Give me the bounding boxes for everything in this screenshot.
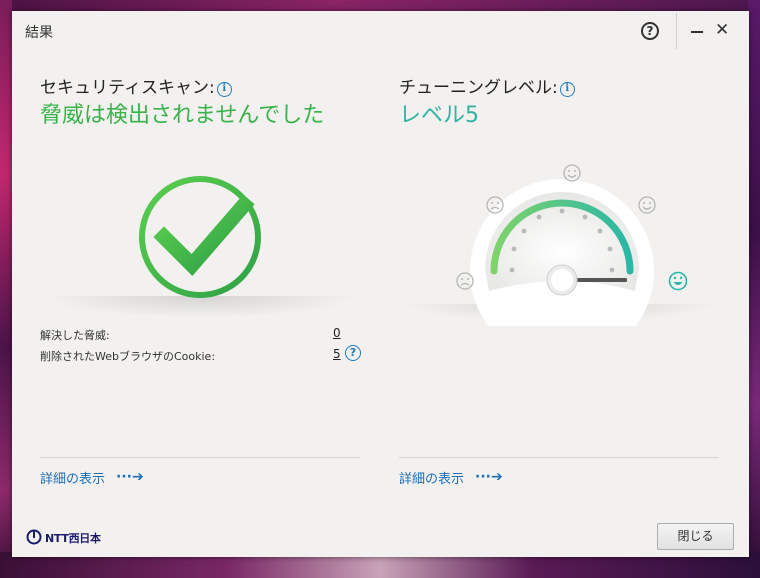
tuning-title-label: チューニングレベル: [399,78,558,98]
scan-title-label: セキュリティスキャン: [40,78,215,98]
close-icon[interactable]: ✕ [715,20,729,40]
resolved-threats-value[interactable]: 0 [333,326,341,340]
ntt-logo-icon [26,529,42,545]
results-dialog: 結果 ? ✕ セキュリティスキャン: i 脅威は検出されませんでした 解決した脅威… [12,11,749,557]
tuning-title: チューニングレベル: i [399,73,575,98]
info-icon[interactable]: i [559,82,575,97]
scan-status: 脅威は検出されませんでした [40,103,325,128]
scan-details-link[interactable]: 詳細の表示 [40,468,105,487]
scan-title: セキュリティスキャン: i [40,73,232,98]
close-glyph: ✕ [715,20,730,40]
gauge-icon [456,164,687,326]
window-title: 結果 [25,25,53,41]
checkmark-circle-icon [139,176,261,298]
titlebar-divider [676,13,677,49]
left-divider [40,457,360,458]
tuning-details-link[interactable]: 詳細の表示 [399,468,464,487]
dotted-arrow-right-icon[interactable]: ···➔ [475,469,503,485]
question-circle-icon: ? [646,24,654,38]
desktop-background-right [748,0,760,578]
deleted-cookies-label: 削除されたWebブラウザのCookie: [40,350,216,363]
cookie-help-icon[interactable]: ? [345,345,361,361]
help-button[interactable]: ? [641,22,659,40]
right-divider [399,457,719,458]
tuning-status: レベル5 [399,103,479,128]
info-icon[interactable]: i [216,82,232,97]
brand-logo: NTT西日本 [45,532,101,545]
minimize-icon[interactable] [691,31,703,33]
resolved-threats-label: 解決した脅威: [40,329,110,342]
close-button[interactable]: 閉じる [657,523,734,550]
title-bar: 結果 ? ✕ [12,11,749,51]
desktop-background-left [0,0,12,578]
deleted-cookies-value[interactable]: 5 [333,347,341,361]
dotted-arrow-right-icon[interactable]: ···➔ [116,469,144,485]
